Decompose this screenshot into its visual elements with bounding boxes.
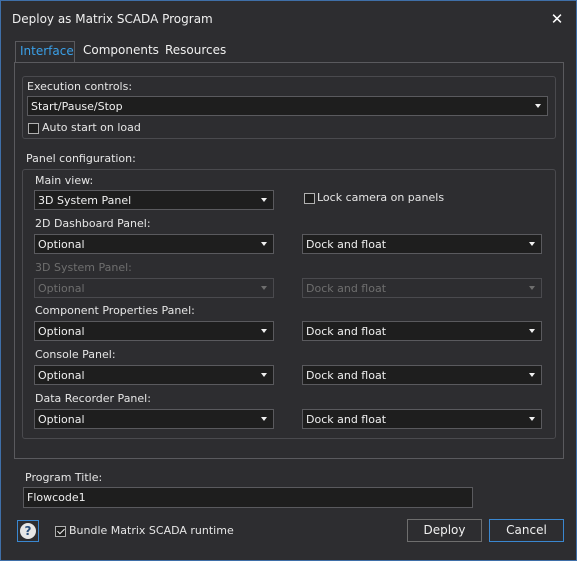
auto-start-checkbox[interactable] [28,123,39,134]
cancel-button[interactable]: Cancel [489,519,564,542]
lock-camera-checkbox[interactable] [304,193,315,204]
3d-system-visibility-dropdown: Optional [34,278,274,298]
chevron-down-icon [261,242,267,246]
tab-resources[interactable]: Resources [161,41,227,62]
execution-controls-group: Execution controls: Start/Pause/Stop Aut… [22,76,556,139]
help-button[interactable]: ? [17,520,39,542]
data-recorder-docking-value: Dock and float [306,413,387,426]
main-view-dropdown[interactable]: 3D System Panel [34,190,274,210]
chevron-down-icon [261,198,267,202]
panel-label-data-recorder: Data Recorder Panel: [35,392,151,405]
2d-dashboard-visibility-value: Optional [38,238,85,251]
program-title-label: Program Title: [25,471,103,484]
execution-controls-value: Start/Pause/Stop [31,100,123,113]
chevron-down-icon [261,417,267,421]
panel-label-2d-dashboard: 2D Dashboard Panel: [35,217,151,230]
bundle-runtime-checkbox[interactable] [55,526,66,537]
chevron-down-icon [261,373,267,377]
3d-system-docking-value: Dock and float [306,282,387,295]
close-icon[interactable]: ✕ [548,10,566,28]
interface-tab-panel: Execution controls: Start/Pause/Stop Aut… [14,62,564,459]
component-properties-visibility-value: Optional [38,325,85,338]
panel-label-3d-system: 3D System Panel: [35,261,132,274]
lock-camera-label: Lock camera on panels [317,191,445,204]
tab-interface[interactable]: Interface [15,41,75,62]
console-visibility-dropdown[interactable]: Optional [34,365,274,385]
panel-configuration-label: Panel configuration: [26,152,136,165]
program-title-input[interactable]: Flowcode1 [23,487,473,508]
execution-controls-dropdown[interactable]: Start/Pause/Stop [27,96,548,116]
bundle-runtime-label: Bundle Matrix SCADA runtime [69,524,234,537]
help-icon: ? [20,523,36,539]
3d-system-docking-dropdown: Dock and float [302,278,542,298]
console-docking-dropdown[interactable]: Dock and float [302,365,542,385]
chevron-down-icon [261,329,267,333]
component-properties-docking-dropdown[interactable]: Dock and float [302,321,542,341]
chevron-down-icon [529,286,535,290]
title-bar: Deploy as Matrix SCADA Program ✕ [1,1,576,37]
chevron-down-icon [529,242,535,246]
chevron-down-icon [529,417,535,421]
console-docking-value: Dock and float [306,369,387,382]
tab-components[interactable]: Components [79,41,159,62]
panel-configuration-group: Main view: 3D System Panel Lock camera o… [22,169,556,439]
2d-dashboard-visibility-dropdown[interactable]: Optional [34,234,274,254]
2d-dashboard-docking-dropdown[interactable]: Dock and float [302,234,542,254]
execution-controls-label: Execution controls: [27,80,133,93]
main-view-value: 3D System Panel [38,194,132,207]
panel-label-component-properties: Component Properties Panel: [35,304,195,317]
component-properties-docking-value: Dock and float [306,325,387,338]
program-title-value: Flowcode1 [27,491,86,504]
chevron-down-icon [535,104,541,108]
panel-label-console: Console Panel: [35,348,116,361]
chevron-down-icon [529,329,535,333]
data-recorder-visibility-value: Optional [38,413,85,426]
auto-start-label: Auto start on load [42,121,141,134]
console-visibility-value: Optional [38,369,85,382]
chevron-down-icon [529,373,535,377]
2d-dashboard-docking-value: Dock and float [306,238,387,251]
chevron-down-icon [261,286,267,290]
data-recorder-docking-dropdown[interactable]: Dock and float [302,409,542,429]
main-view-label: Main view: [35,174,94,187]
deploy-dialog: Deploy as Matrix SCADA Program ✕ Interfa… [0,0,577,561]
deploy-button[interactable]: Deploy [407,519,482,542]
3d-system-visibility-value: Optional [38,282,85,295]
component-properties-visibility-dropdown[interactable]: Optional [34,321,274,341]
data-recorder-visibility-dropdown[interactable]: Optional [34,409,274,429]
window-title: Deploy as Matrix SCADA Program [12,12,213,26]
